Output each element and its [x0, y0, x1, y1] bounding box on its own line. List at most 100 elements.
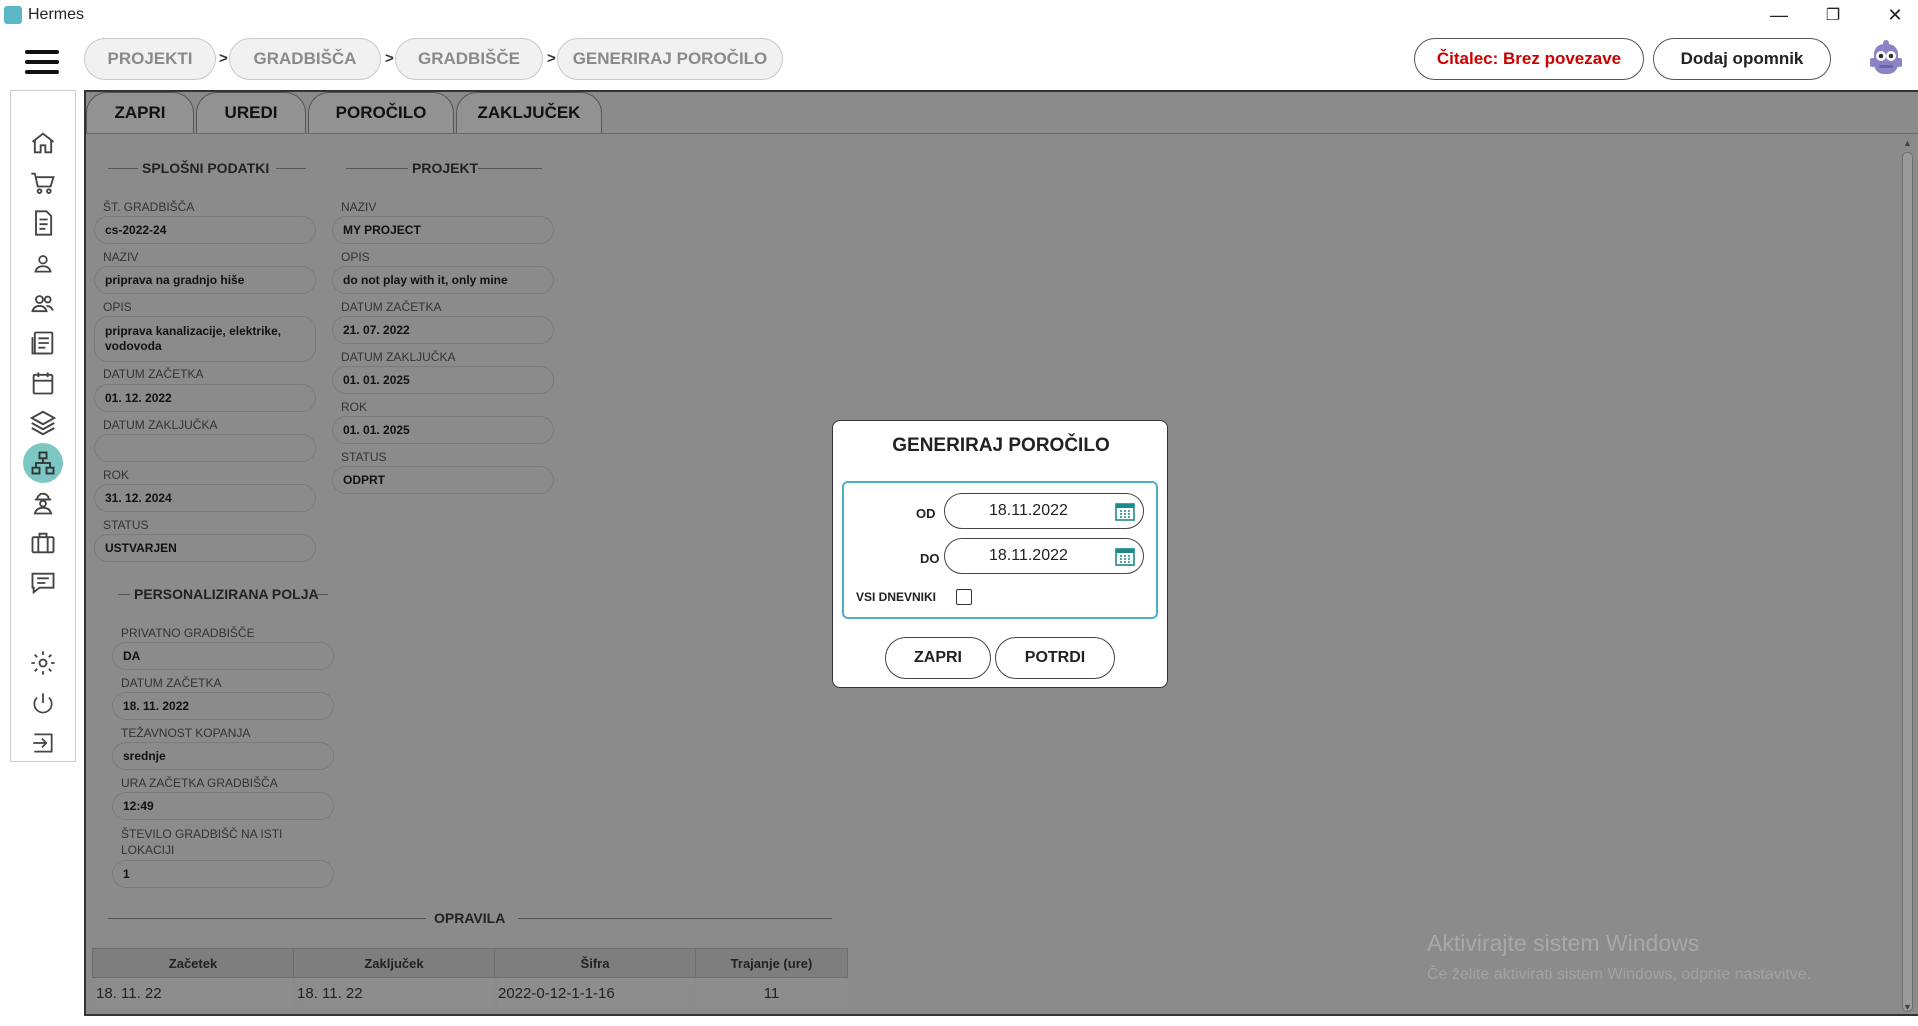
field-label: DATUM ZAČETKA — [341, 300, 442, 314]
breadcrumb-projekti[interactable]: PROJEKTI — [84, 38, 216, 80]
field-label: STATUS — [341, 450, 387, 464]
project-name-field: MY PROJECT — [332, 216, 554, 244]
menu-icon[interactable] — [25, 50, 59, 76]
section-title-general: SPLOŠNI PODATKI — [142, 160, 270, 176]
field-label: DATUM ZAKLJUČKA — [103, 418, 218, 432]
project-deadline-field: 01. 01. 2025 — [332, 416, 554, 444]
private-site-field: DA — [112, 642, 334, 670]
date-range-panel: OD 18.11.2022 DO 18.11.2022 VSI DNEVNIKI — [842, 481, 1158, 619]
tab-zakljucek[interactable]: ZAKLJUČEK — [456, 92, 602, 134]
assistant-avatar-icon[interactable] — [1865, 38, 1907, 80]
divider — [478, 168, 542, 169]
field-label: DATUM ZAČETKA — [103, 367, 204, 381]
windows-activation-hint: Če želite aktivirati sistem Windows, odp… — [1427, 966, 1812, 983]
window-title: Hermes — [28, 6, 85, 23]
calendar-icon[interactable] — [1114, 500, 1136, 522]
logout-icon[interactable] — [23, 723, 63, 763]
field-label: DATUM ZAKLJUČKA — [341, 350, 456, 364]
site-deadline-field: 31. 12. 2024 — [94, 484, 316, 512]
project-status-field: ODPRT — [332, 466, 554, 494]
breadcrumb-gradbisca[interactable]: GRADBIŠČA — [229, 38, 381, 80]
close-window-button[interactable]: ✕ — [1872, 2, 1918, 28]
all-journals-label: VSI DNEVNIKI — [856, 590, 937, 604]
layers-icon[interactable] — [23, 403, 63, 443]
table-cell[interactable]: 2022-0-12-1-1-16 — [498, 978, 694, 1008]
site-start-time-field: 12:49 — [112, 792, 334, 820]
dialog-close-button[interactable]: ZAPRI — [885, 637, 991, 679]
news-icon[interactable] — [23, 323, 63, 363]
table-cell[interactable]: 11 — [695, 978, 848, 1008]
breadcrumb-generiraj-porocilo[interactable]: GENERIRAJ POROČILO — [557, 38, 783, 80]
table-cell[interactable]: 18. 11. 22 — [96, 978, 292, 1008]
field-label: NAZIV — [103, 250, 139, 264]
section-title-project: PROJEKT — [412, 160, 479, 176]
divider — [118, 594, 130, 595]
minimize-button[interactable]: — — [1756, 2, 1802, 28]
site-number-field: cs-2022-24 — [94, 216, 316, 244]
dialog-title: GENERIRAJ POROČILO — [892, 435, 1110, 456]
reader-status-button[interactable]: Čitalec: Brez povezave — [1414, 38, 1644, 80]
all-journals-checkbox[interactable] — [956, 589, 972, 605]
user-icon[interactable] — [23, 243, 63, 283]
chat-icon[interactable] — [23, 563, 63, 603]
field-label: DATUM ZAČETKA — [121, 676, 222, 690]
site-status-field: USTVARJEN — [94, 534, 316, 562]
tab-uredi[interactable]: UREDI — [196, 92, 306, 134]
calendar-icon[interactable] — [1114, 545, 1136, 567]
home-icon[interactable] — [23, 123, 63, 163]
users-icon[interactable] — [23, 283, 63, 323]
field-label: ROK — [103, 468, 130, 482]
dialog-confirm-button[interactable]: POTRDI — [995, 637, 1115, 679]
field-label: NAZIV — [341, 200, 377, 214]
breadcrumb-gradbisce[interactable]: GRADBIŠČE — [395, 38, 543, 80]
sitemap-icon[interactable] — [23, 443, 63, 483]
field-label: URA ZAČETKA GRADBIŠČA — [121, 776, 278, 790]
table-cell[interactable]: 18. 11. 22 — [297, 978, 493, 1008]
field-label: STATUS — [103, 518, 149, 532]
briefcase-icon[interactable] — [23, 523, 63, 563]
scroll-up-icon[interactable]: ▲ — [1903, 138, 1912, 148]
restore-button[interactable]: ❐ — [1810, 2, 1856, 28]
sidebar — [10, 90, 76, 762]
divider — [108, 168, 138, 169]
custom-start-date-field: 18. 11. 2022 — [112, 692, 334, 720]
scroll-down-icon[interactable]: ▼ — [1903, 1002, 1912, 1012]
site-description-field: priprava kanalizacije, elektrike, vodovo… — [94, 316, 316, 362]
field-label: PRIVATNO GRADBIŠČE — [121, 626, 255, 640]
tab-porocilo[interactable]: POROČILO — [308, 92, 454, 134]
field-label: TEŽAVNOST KOPANJA — [121, 726, 251, 740]
document-icon[interactable] — [23, 203, 63, 243]
breadcrumb-separator: > — [547, 50, 556, 67]
breadcrumb-separator: > — [219, 50, 228, 67]
to-label: DO — [920, 551, 940, 566]
title-bar: Hermes — ❐ ✕ — [0, 0, 1918, 30]
divider — [108, 918, 426, 919]
project-end-date-field: 01. 01. 2025 — [332, 366, 554, 394]
section-title-custom: PERSONALIZIRANA POLJA — [134, 586, 319, 602]
tab-zapri[interactable]: ZAPRI — [86, 92, 194, 134]
scrollbar-thumb[interactable] — [1902, 152, 1913, 1012]
divider — [518, 918, 832, 919]
cart-icon[interactable] — [23, 163, 63, 203]
calendar-icon[interactable] — [23, 363, 63, 403]
generate-report-dialog: GENERIRAJ POROČILO OD 18.11.2022 DO 18.1… — [832, 420, 1168, 688]
column-header[interactable]: Začetek — [92, 948, 294, 978]
project-description-field: do not play with it, only mine — [332, 266, 554, 294]
windows-activation-watermark: Aktivirajte sistem Windows — [1427, 930, 1700, 956]
site-name-field: priprava na gradnjo hiše — [94, 266, 316, 294]
project-start-date-field: 21. 07. 2022 — [332, 316, 554, 344]
gear-icon[interactable] — [23, 643, 63, 683]
app-icon — [4, 6, 22, 24]
breadcrumb-separator: > — [385, 50, 394, 67]
worker-icon[interactable] — [23, 483, 63, 523]
column-header[interactable]: Šifra — [494, 948, 696, 978]
column-header[interactable]: Trajanje (ure) — [695, 948, 848, 978]
column-header[interactable]: Zaključek — [293, 948, 495, 978]
from-label: OD — [916, 506, 936, 521]
add-reminder-button[interactable]: Dodaj opomnik — [1653, 38, 1831, 80]
tab-divider — [86, 133, 1918, 134]
power-icon[interactable] — [23, 683, 63, 723]
site-end-date-field — [94, 434, 316, 462]
divider — [316, 594, 328, 595]
field-label: ŠT. GRADBIŠČA — [103, 200, 195, 214]
